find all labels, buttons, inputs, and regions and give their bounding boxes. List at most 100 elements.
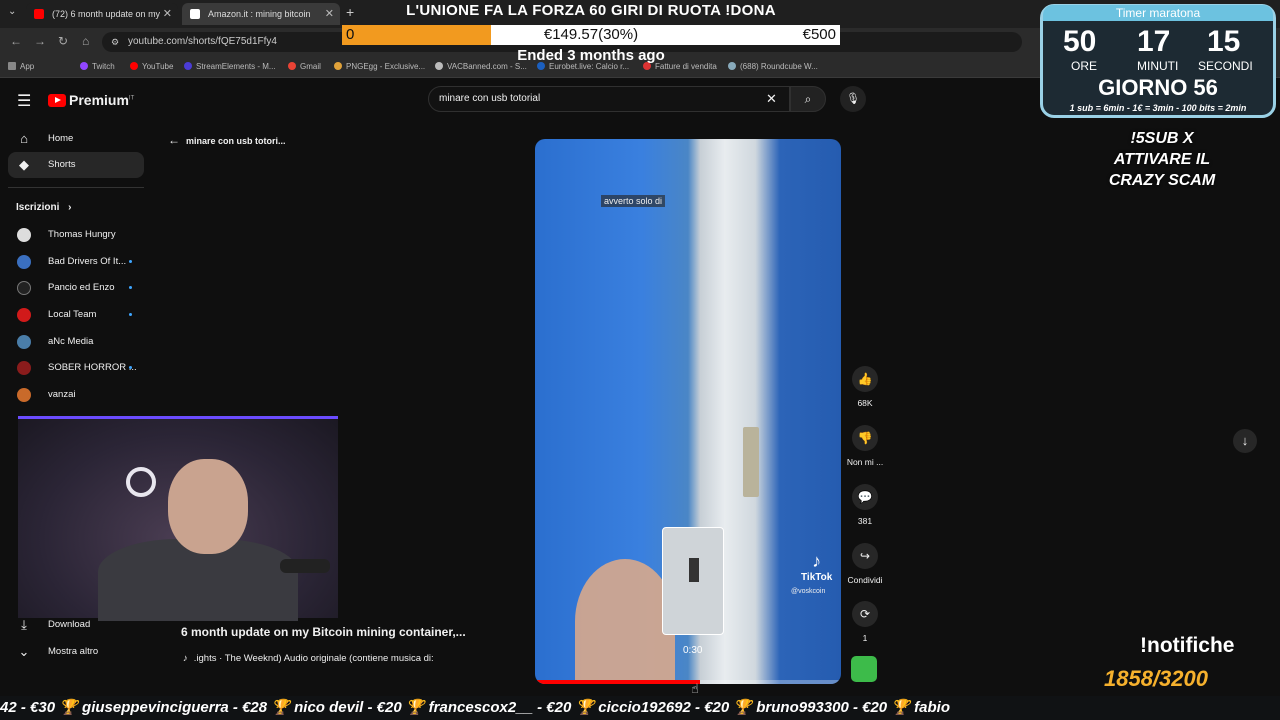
timer-seconds: 15 — [1207, 25, 1241, 58]
donation-ended-label: Ended 3 months ago — [517, 47, 665, 64]
donor-ticker: 42 - €30 🏆 giuseppevinciguerra - €28 🏆 n… — [0, 696, 1280, 720]
marathon-timer-widget: Timer maratona 50 17 15 ORE MINUTI SECON… — [1040, 4, 1276, 118]
promo-line: ATTIVARE IL — [1113, 151, 1211, 168]
clear-search-icon[interactable]: ✕ — [766, 91, 777, 107]
site-info-icon[interactable]: ⚙ — [111, 32, 119, 52]
sidebar-subscription-item[interactable]: Thomas Hungry — [8, 222, 144, 248]
donation-goal-widget: L'UNIONE FA LA FORZA 60 GIRI DI RUOTA !D… — [342, 0, 840, 64]
channel-avatar — [17, 335, 31, 349]
donation-goal-title: L'UNIONE FA LA FORZA 60 GIRI DI RUOTA !D… — [406, 2, 776, 19]
sidebar-subscription-item[interactable]: vanzai — [8, 382, 144, 408]
subscriptions-header[interactable]: Iscrizioni › — [16, 202, 71, 213]
youtube-premium-logo[interactable]: PremiumIT — [48, 92, 134, 108]
tiktok-logo-icon: ♪ — [812, 551, 822, 571]
tiktok-watermark: ♪ TikTok — [801, 551, 833, 583]
donation-goal-amount: €500 — [802, 26, 836, 43]
share-icon: ↪ — [852, 543, 878, 569]
timer-title: Timer maratona — [1043, 5, 1273, 21]
channel-avatar — [17, 255, 31, 269]
music-note-icon: ♪ — [183, 653, 188, 664]
promo-line: CRAZY SCAM — [1108, 172, 1216, 189]
sidebar-divider — [8, 187, 144, 188]
sidebar-subscription-item[interactable]: aNc Media — [8, 329, 144, 355]
tab-youtube[interactable]: (72) 6 month update on my ✕ — [26, 3, 178, 25]
back-to-search-button[interactable]: ← minare con usb totori... — [168, 133, 286, 147]
channel-avatar — [17, 228, 31, 242]
like-button[interactable]: 👍 68K — [845, 366, 885, 408]
back-arrow-icon[interactable]: ← — [10, 34, 22, 48]
video-music-info[interactable]: ♪ .ights · The Weeknd) Audio originale (c… — [183, 653, 434, 664]
tab-title: (72) 6 month update on my — [52, 9, 161, 19]
sidebar-item-home[interactable]: ⌂ Home — [8, 126, 144, 152]
chevron-down-icon: ⌄ — [18, 644, 30, 659]
timer-hours: 50 — [1063, 25, 1097, 58]
tiktok-username: @voskcoin — [791, 588, 826, 595]
sidebar-item-show-more[interactable]: ⌄ Mostra altro — [8, 639, 144, 665]
dislike-button[interactable]: 👎 Non mi ... — [845, 425, 885, 467]
sidebar-subscription-item[interactable]: Pancio ed Enzo — [8, 275, 144, 301]
reload-icon[interactable]: ↻ — [58, 34, 68, 48]
new-content-dot — [129, 313, 132, 316]
next-video-button[interactable]: ↓ — [1233, 429, 1257, 453]
channel-avatar — [17, 388, 31, 402]
streamer-head — [168, 459, 248, 554]
bookmark-streamelements[interactable]: StreamElements - M... — [184, 62, 276, 71]
video-progress-bar[interactable] — [535, 680, 841, 684]
close-tab-icon[interactable]: ✕ — [163, 3, 172, 25]
tab-title: Amazon.it : mining bitcoin — [208, 9, 311, 19]
bookmark-youtube[interactable]: YouTube — [130, 62, 173, 71]
shorts-video-player[interactable]: avverto solo di 0:30 ♪ TikTok @voskcoin — [535, 139, 841, 684]
youtube-play-icon — [48, 94, 66, 107]
microphone-icon: 🎙 — [846, 93, 860, 105]
remix-button[interactable]: ⟳ 1 — [845, 601, 885, 643]
bookmark-gmail[interactable]: Gmail — [288, 62, 321, 71]
timer-seconds-label: SECONDI — [1198, 59, 1253, 73]
video-progress-fill — [535, 680, 701, 684]
home-page-icon[interactable]: ⌂ — [82, 34, 89, 48]
search-button[interactable]: ⌕ — [790, 86, 826, 112]
sound-thumbnail-button[interactable] — [851, 656, 877, 682]
search-input[interactable]: minare con usb totorial — [428, 86, 790, 112]
video-title[interactable]: 6 month update on my Bitcoin mining cont… — [181, 625, 466, 639]
close-tab-icon[interactable]: ✕ — [325, 3, 334, 25]
remix-icon: ⟳ — [852, 601, 878, 627]
streamer-webcam — [18, 416, 338, 621]
video-caption: avverto solo di — [601, 195, 666, 207]
sidebar-subscription-item[interactable]: SOBER HORROR ... — [8, 355, 144, 381]
door-lock-plate — [743, 427, 759, 497]
comment-icon: 💬 — [852, 484, 878, 510]
channel-avatar — [17, 281, 31, 295]
share-button[interactable]: ↪ Condividi — [845, 543, 885, 585]
bookmark-apps[interactable]: App — [8, 62, 34, 71]
timer-minutes: 17 — [1137, 25, 1171, 58]
sidebar-item-shorts[interactable]: ◆ Shorts — [8, 152, 144, 178]
channel-avatar — [17, 308, 31, 322]
sidebar-subscription-item[interactable]: Bad Drivers Of It... — [8, 249, 144, 275]
hamburger-menu-icon[interactable]: ☰ — [17, 91, 31, 111]
new-content-dot — [129, 260, 132, 263]
thumbs-up-icon: 👍 — [852, 366, 878, 392]
tab-amazon[interactable]: Amazon.it : mining bitcoin ✕ — [182, 3, 340, 25]
forward-arrow-icon[interactable]: → — [34, 34, 46, 48]
tab-list-chevron-icon[interactable]: ⌄ — [8, 6, 16, 17]
amazon-favicon-icon — [190, 9, 200, 19]
ticker-text: 42 - €30 🏆 giuseppevinciguerra - €28 🏆 n… — [0, 699, 950, 716]
donation-current: €149.57(30%) — [543, 26, 639, 43]
hand-graphic — [575, 559, 675, 684]
microphone-graphic — [280, 559, 330, 573]
timer-hours-label: ORE — [1071, 59, 1098, 73]
sidebar-subscription-item[interactable]: Local Team — [8, 302, 144, 328]
thumbs-down-icon: 👎 — [852, 425, 878, 451]
arrow-down-icon: ↓ — [1241, 433, 1249, 448]
promo-line: !5SUB X — [1130, 130, 1194, 147]
ring-light — [126, 467, 156, 497]
mouse-cursor-icon: ☝ — [691, 681, 699, 696]
voice-search-button[interactable]: 🎙 — [840, 86, 866, 112]
video-preview-thumbnail — [662, 527, 724, 635]
shorts-icon: ◆ — [19, 157, 29, 172]
notifiche-count: 1858/3200 — [1104, 666, 1208, 691]
channel-avatar — [17, 361, 31, 375]
comments-button[interactable]: 💬 381 — [845, 484, 885, 526]
bookmark-twitch[interactable]: Twitch — [80, 62, 115, 71]
back-arrow-icon: ← — [168, 133, 180, 147]
